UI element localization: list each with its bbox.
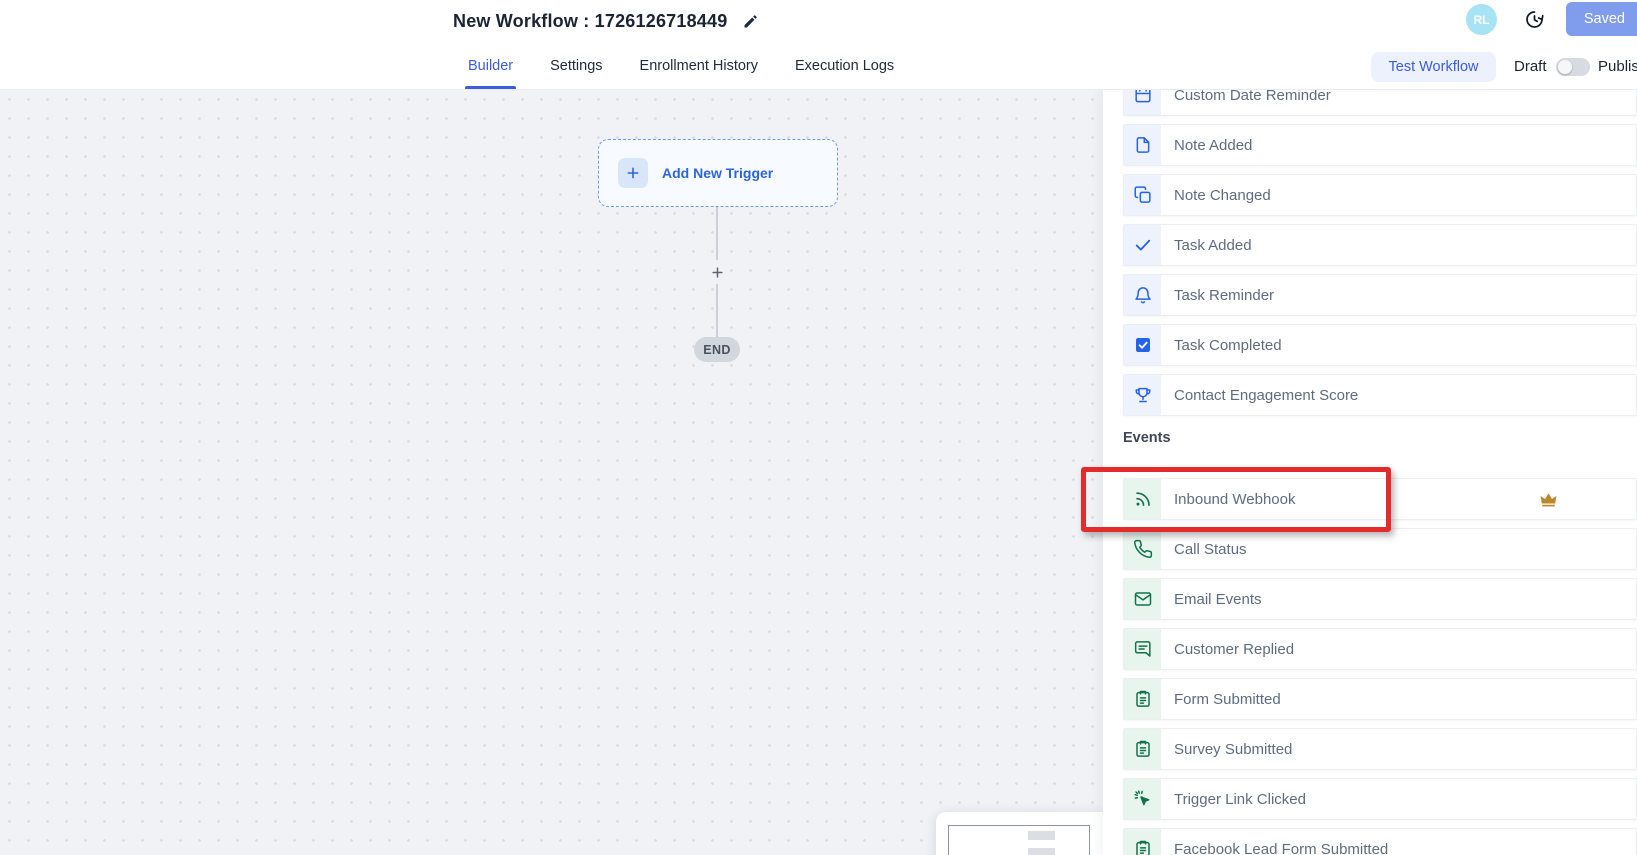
trigger-item-trigger-link-clicked[interactable]: Trigger Link Clicked xyxy=(1123,778,1637,820)
calendar-icon xyxy=(1124,90,1161,115)
webhook-icon xyxy=(1124,479,1161,519)
publish-toggle[interactable] xyxy=(1556,58,1590,76)
avatar[interactable]: RL xyxy=(1466,4,1497,35)
trigger-item-label: Call Status xyxy=(1174,541,1247,558)
phone-icon xyxy=(1124,529,1161,569)
trigger-sidebar: Custom Date Reminder Note Added Note Chang… xyxy=(1103,90,1637,855)
trigger-item-inbound-webhook[interactable]: Inbound Webhook xyxy=(1123,478,1637,520)
clipboard-icon xyxy=(1124,829,1161,855)
trigger-item-label: Facebook Lead Form Submitted xyxy=(1174,841,1388,855)
trigger-item-custom-date-reminder[interactable]: Custom Date Reminder xyxy=(1123,90,1637,116)
trigger-item-email-events[interactable]: Email Events xyxy=(1123,578,1637,620)
tab-enrollment-history[interactable]: Enrollment History xyxy=(640,43,758,89)
add-new-trigger-label: Add New Trigger xyxy=(662,165,773,181)
minimap-node xyxy=(1028,831,1055,840)
minimap-viewport xyxy=(948,825,1090,855)
trigger-item-label: Note Changed xyxy=(1174,187,1271,204)
tab-builder[interactable]: Builder xyxy=(468,43,513,89)
test-workflow-button[interactable]: Test Workflow xyxy=(1371,52,1496,82)
add-new-trigger-button[interactable]: Add New Trigger xyxy=(598,139,838,207)
toggle-knob xyxy=(1558,60,1572,74)
trophy-icon xyxy=(1124,375,1161,415)
trigger-item-label: Task Completed xyxy=(1174,337,1282,354)
add-step-button[interactable] xyxy=(705,260,729,284)
saved-button[interactable]: Saved xyxy=(1566,2,1637,36)
trigger-item-label: Task Reminder xyxy=(1174,287,1274,304)
mail-icon xyxy=(1124,579,1161,619)
plus-icon xyxy=(618,158,648,188)
trigger-list: Custom Date Reminder Note Added Note Chang… xyxy=(1123,90,1637,855)
trigger-item-form-submitted[interactable]: Form Submitted xyxy=(1123,678,1637,720)
workflow-title-wrap: New Workflow : 1726126718449 xyxy=(453,0,759,43)
edit-title-icon[interactable] xyxy=(742,13,759,30)
minimap[interactable] xyxy=(936,812,1103,855)
history-icon[interactable] xyxy=(1523,8,1546,31)
trigger-item-label: Survey Submitted xyxy=(1174,741,1292,758)
trigger-item-label: Contact Engagement Score xyxy=(1174,387,1358,404)
minimap-node xyxy=(1028,848,1055,855)
trigger-item-contact-engagement-score[interactable]: Contact Engagement Score xyxy=(1123,374,1637,416)
check-icon xyxy=(1124,225,1161,265)
trigger-item-survey-submitted[interactable]: Survey Submitted xyxy=(1123,728,1637,770)
publish-label: Publish xyxy=(1598,43,1637,89)
note-copy-icon xyxy=(1124,175,1161,215)
trigger-item-label: Email Events xyxy=(1174,591,1262,608)
chat-icon xyxy=(1124,629,1161,669)
trigger-item-facebook-lead-form-submitted[interactable]: Facebook Lead Form Submitted xyxy=(1123,828,1637,855)
crown-icon xyxy=(1538,489,1559,510)
trigger-item-customer-replied[interactable]: Customer Replied xyxy=(1123,628,1637,670)
trigger-item-call-status[interactable]: Call Status xyxy=(1123,528,1637,570)
tabs: Builder Settings Enrollment History Exec… xyxy=(468,43,894,89)
clipboard-icon xyxy=(1124,729,1161,769)
tab-bar: Builder Settings Enrollment History Exec… xyxy=(0,43,1637,90)
trigger-item-label: Customer Replied xyxy=(1174,641,1294,658)
note-icon xyxy=(1124,125,1161,165)
workflow-canvas[interactable]: Add New Trigger END xyxy=(0,90,1103,855)
tab-execution-logs[interactable]: Execution Logs xyxy=(795,43,894,89)
trigger-item-task-reminder[interactable]: Task Reminder xyxy=(1123,274,1637,316)
end-node: END xyxy=(694,337,740,362)
page-title: New Workflow : 1726126718449 xyxy=(453,11,727,32)
cursor-click-icon xyxy=(1124,779,1161,819)
trigger-item-label: Custom Date Reminder xyxy=(1174,90,1331,104)
trigger-item-task-added[interactable]: Task Added xyxy=(1123,224,1637,266)
check-square-icon xyxy=(1124,325,1161,365)
trigger-item-label: Trigger Link Clicked xyxy=(1174,791,1306,808)
trigger-item-label: Form Submitted xyxy=(1174,691,1281,708)
header: New Workflow : 1726126718449 RL Saved xyxy=(0,0,1637,43)
trigger-item-label: Note Added xyxy=(1174,137,1252,154)
trigger-item-label: Task Added xyxy=(1174,237,1252,254)
bell-icon xyxy=(1124,275,1161,315)
tab-settings[interactable]: Settings xyxy=(550,43,602,89)
clipboard-icon xyxy=(1124,679,1161,719)
trigger-item-note-added[interactable]: Note Added xyxy=(1123,124,1637,166)
trigger-item-label: Inbound Webhook xyxy=(1174,491,1296,508)
draft-label: Draft xyxy=(1514,43,1547,89)
trigger-item-task-completed[interactable]: Task Completed xyxy=(1123,324,1637,366)
sidebar-section-heading: Events xyxy=(1123,430,1637,446)
trigger-item-note-changed[interactable]: Note Changed xyxy=(1123,174,1637,216)
